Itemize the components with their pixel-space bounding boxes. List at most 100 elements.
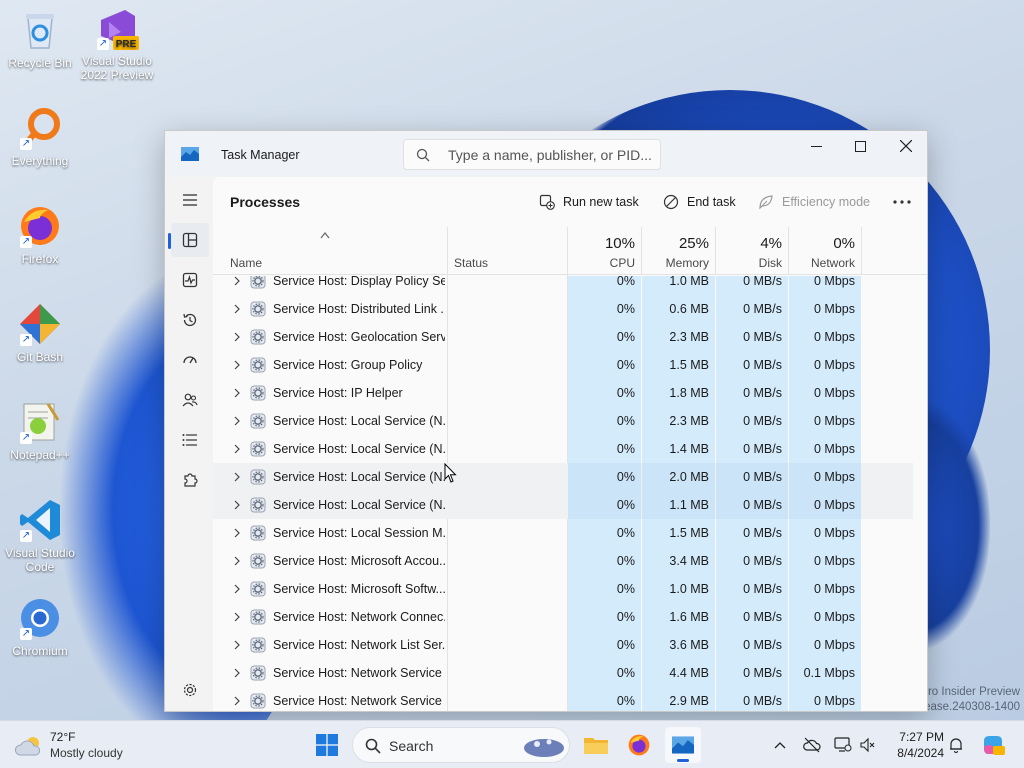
- column-header-row: Name Status 10% CPU 25% Memory 4% Disk 0…: [213, 227, 927, 275]
- column-header-status[interactable]: Status: [448, 227, 568, 275]
- chevron-right-icon[interactable]: [233, 668, 241, 678]
- process-name: Service Host: Group Policy: [273, 358, 423, 372]
- chevron-right-icon[interactable]: [233, 360, 241, 370]
- process-cpu: 0%: [568, 547, 641, 575]
- page-title: Processes: [230, 194, 301, 210]
- chevron-right-icon[interactable]: [233, 500, 241, 510]
- desktop-icon-visual-studio-2022-preview[interactable]: PRE ↗ Visual Studio 2022 Preview: [77, 6, 157, 82]
- process-disk: 0 MB/s: [716, 379, 788, 407]
- chevron-right-icon[interactable]: [233, 528, 241, 538]
- weather-widget[interactable]: 72°F Mostly cloudy: [14, 729, 164, 763]
- nav-services[interactable]: [171, 463, 209, 497]
- notifications-button[interactable]: [946, 735, 966, 755]
- desktop-icon-firefox[interactable]: ↗ Firefox: [0, 204, 80, 266]
- minimize-button[interactable]: [793, 131, 839, 161]
- desktop-icon-chromium[interactable]: ↗ Chromium: [0, 596, 80, 658]
- process-row[interactable]: Service Host: Distributed Link ... 0% 0.6 …: [213, 295, 913, 323]
- end-task-button[interactable]: End task: [663, 191, 736, 213]
- hamburger-menu-button[interactable]: [171, 183, 209, 217]
- tray-display[interactable]: [833, 735, 853, 755]
- process-row[interactable]: Service Host: Network List Ser... 0% 3.6 M…: [213, 631, 913, 659]
- column-header-cpu[interactable]: 10% CPU: [568, 227, 642, 275]
- process-row[interactable]: Service Host: Local Service (N... 0% 1.1 M…: [213, 491, 913, 519]
- nav-details[interactable]: [171, 423, 209, 457]
- taskbar-task-manager[interactable]: [665, 727, 701, 763]
- nav-startup-apps[interactable]: [171, 343, 209, 377]
- nav-settings[interactable]: [171, 673, 209, 707]
- process-network: 0 Mbps: [789, 491, 861, 519]
- efficiency-mode-button[interactable]: Efficiency mode: [758, 191, 870, 213]
- cloud-offline-icon: [803, 737, 821, 753]
- search-icon: [365, 738, 381, 754]
- command-bar: Processes Run new task End task Efficien…: [213, 177, 927, 227]
- users-icon: [182, 393, 198, 407]
- chevron-right-icon[interactable]: [233, 304, 241, 314]
- process-row[interactable]: Service Host: Network Service 0% 2.9 MB 0 M…: [213, 687, 913, 711]
- process-row[interactable]: Service Host: Group Policy 0% 1.5 MB 0 MB/s…: [213, 351, 913, 379]
- run-new-task-button[interactable]: Run new task: [539, 191, 639, 213]
- nav-app-history[interactable]: [171, 303, 209, 337]
- taskbar-clock[interactable]: 7:27 PM 8/4/2024: [880, 729, 944, 761]
- show-hidden-icons-button[interactable]: [770, 735, 790, 755]
- task-manager-window[interactable]: Task Manager Type a name, publisher, or …: [164, 130, 928, 712]
- search-highlight-icon: [524, 739, 564, 757]
- service-gear-icon: [250, 665, 266, 681]
- process-search-box[interactable]: [403, 139, 661, 170]
- column-header-disk[interactable]: 4% Disk: [716, 227, 789, 275]
- chevron-right-icon[interactable]: [233, 640, 241, 650]
- search-input[interactable]: [448, 145, 653, 165]
- start-button[interactable]: [309, 727, 345, 763]
- shortcut-arrow-icon: ↗: [20, 530, 32, 542]
- column-header-network[interactable]: 0% Network: [789, 227, 862, 275]
- process-memory: 1.5 MB: [642, 351, 715, 379]
- taskbar-file-explorer[interactable]: [578, 727, 614, 763]
- close-button[interactable]: [883, 131, 927, 161]
- desktop-icon-git-bash[interactable]: ↗ Git Bash: [0, 302, 80, 364]
- chevron-right-icon[interactable]: [233, 472, 241, 482]
- process-name: Service Host: Network Service: [273, 694, 442, 708]
- process-row[interactable]: Service Host: Display Policy Se... 0% 1.0 …: [213, 276, 913, 295]
- more-options-button[interactable]: [893, 191, 911, 213]
- taskbar-firefox[interactable]: [621, 727, 657, 763]
- svg-text:PRE: PRE: [116, 39, 137, 50]
- title-bar[interactable]: Task Manager: [165, 131, 927, 177]
- chevron-right-icon[interactable]: [233, 612, 241, 622]
- desktop-icon-visual-studio-code[interactable]: ↗ Visual Studio Code: [0, 498, 80, 574]
- process-row[interactable]: Service Host: Local Service (N... 0% 2.0 M…: [213, 463, 913, 491]
- process-row[interactable]: Service Host: Local Service (N... 0% 2.3 M…: [213, 407, 913, 435]
- chevron-right-icon[interactable]: [233, 276, 241, 286]
- copilot-button[interactable]: [974, 727, 1012, 763]
- chevron-right-icon[interactable]: [233, 416, 241, 426]
- process-row[interactable]: Service Host: Geolocation Serv... 0% 2.3 M…: [213, 323, 913, 351]
- maximize-button[interactable]: [837, 131, 883, 161]
- speaker-muted-icon: [860, 737, 875, 753]
- process-cpu: 0%: [568, 491, 641, 519]
- process-row[interactable]: Service Host: Microsoft Softw... 0% 1.0 MB…: [213, 575, 913, 603]
- chevron-right-icon[interactable]: [233, 388, 241, 398]
- process-row[interactable]: Service Host: IP Helper 0% 1.8 MB 0 MB/s 0 M…: [213, 379, 913, 407]
- tray-volume[interactable]: [858, 735, 878, 755]
- nav-processes[interactable]: [168, 223, 209, 257]
- desktop-icon-everything[interactable]: ↗ Everything: [0, 106, 80, 168]
- nav-users[interactable]: [171, 383, 209, 417]
- process-row[interactable]: Service Host: Network Service 0% 4.4 MB 0 M…: [213, 659, 913, 687]
- nav-performance[interactable]: [171, 263, 209, 297]
- desktop-icon-recycle-bin[interactable]: Recycle Bin: [0, 8, 80, 70]
- window-title: Task Manager: [221, 148, 300, 162]
- process-row[interactable]: Service Host: Local Session M... 0% 1.5 MB…: [213, 519, 913, 547]
- taskbar-search-box[interactable]: Search: [352, 727, 570, 763]
- process-row[interactable]: Service Host: Microsoft Accou... 0% 3.4 MB…: [213, 547, 913, 575]
- chevron-right-icon[interactable]: [233, 556, 241, 566]
- mouse-cursor-icon: [444, 463, 457, 483]
- chevron-right-icon[interactable]: [233, 332, 241, 342]
- chevron-right-icon[interactable]: [233, 696, 241, 706]
- chevron-right-icon[interactable]: [233, 444, 241, 454]
- desktop-icon-notepad-plus-plus[interactable]: ↗ Notepad++: [0, 400, 80, 462]
- process-cpu: 0%: [568, 295, 641, 323]
- chevron-right-icon[interactable]: [233, 584, 241, 594]
- tray-network-off[interactable]: [802, 735, 822, 755]
- column-header-name[interactable]: Name: [213, 227, 448, 275]
- column-header-memory[interactable]: 25% Memory: [642, 227, 716, 275]
- process-row[interactable]: Service Host: Network Connec... 0% 1.6 MB 0…: [213, 603, 913, 631]
- process-row[interactable]: Service Host: Local Service (N... 0% 1.4 M…: [213, 435, 913, 463]
